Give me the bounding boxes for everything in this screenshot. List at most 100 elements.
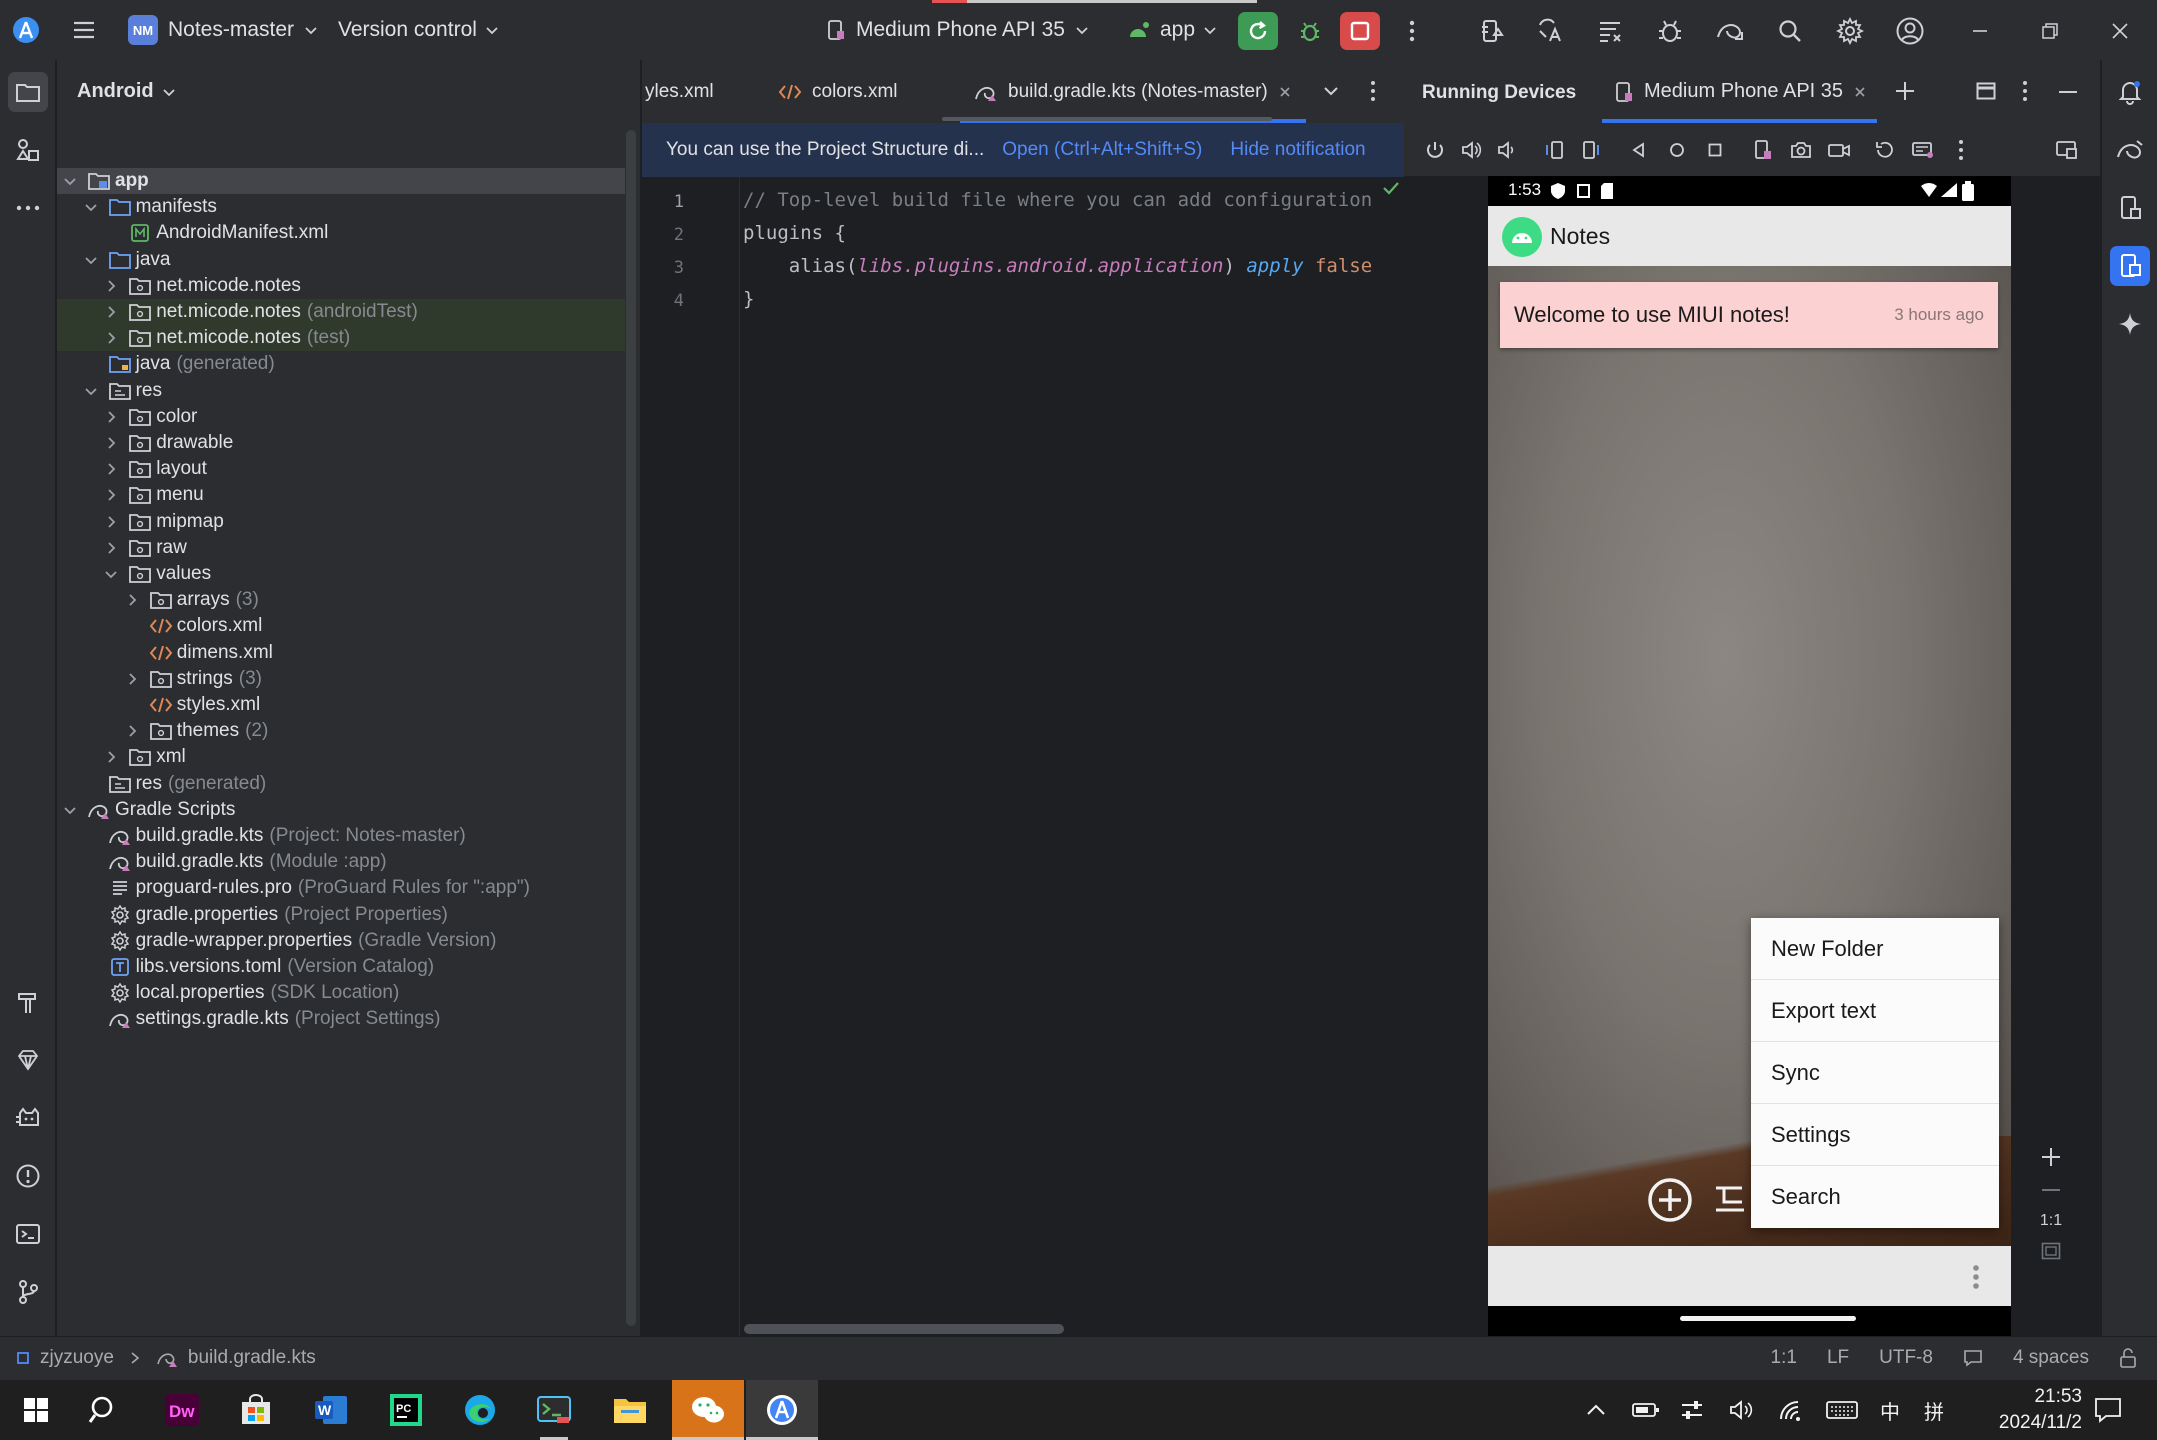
settings-sliders-icon[interactable] <box>1680 1380 1704 1440</box>
code-area[interactable]: // Top-level build file where you can ad… <box>743 177 1404 1336</box>
volume-tray-icon[interactable] <box>1728 1380 1754 1440</box>
device-file-explorer-icon[interactable] <box>2110 188 2150 228</box>
chevron-right-icon[interactable] <box>102 539 120 557</box>
file-explorer-icon[interactable] <box>594 1380 666 1440</box>
stop-button[interactable] <box>1340 12 1380 50</box>
tree-item[interactable]: layout <box>57 456 625 482</box>
chevron-right-icon[interactable] <box>102 277 120 295</box>
tree-item[interactable]: values <box>57 561 625 587</box>
microsoft-store-icon[interactable] <box>220 1380 292 1440</box>
device-more-icon[interactable] <box>1948 137 1974 163</box>
add-note-plus-icon[interactable] <box>1646 1176 1694 1224</box>
tab-colors-xml[interactable]: colors.xml <box>778 60 898 123</box>
menu-item-sync[interactable]: Sync <box>1751 1042 1999 1104</box>
tree-item[interactable]: colors.xml <box>57 613 625 639</box>
tree-item[interactable]: dimens.xml <box>57 640 625 666</box>
settings-gear-icon[interactable] <box>1830 12 1870 50</box>
screenshot-camera-icon[interactable] <box>1788 137 1814 163</box>
menu-item-settings[interactable]: Settings <box>1751 1104 1999 1166</box>
power-icon[interactable] <box>1422 137 1448 163</box>
tree-item[interactable]: res <box>57 378 625 404</box>
tree-item[interactable]: gradle-wrapper.properties (Gradle Version… <box>57 928 625 954</box>
taskbar-clock[interactable]: 21:53 2024/11/2 <box>1972 1384 2082 1436</box>
dreamweaver-icon[interactable]: Dw <box>146 1380 218 1440</box>
main-menu-icon[interactable] <box>70 16 98 44</box>
android-studio-logo-icon[interactable] <box>12 16 40 44</box>
tree-item[interactable]: gradle.properties (Project Properties) <box>57 902 625 928</box>
menu-item-new-folder[interactable]: New Folder <box>1751 918 1999 980</box>
device-selector[interactable]: Medium Phone API 35 <box>826 13 1089 47</box>
taskbar-search-icon[interactable] <box>68 1380 140 1440</box>
chevron-down-icon[interactable] <box>102 565 120 583</box>
version-control-menu[interactable]: Version control <box>338 13 499 47</box>
snapshot-history-icon[interactable] <box>1872 137 1898 163</box>
gradle-panel-icon[interactable] <box>2110 130 2150 170</box>
window-layout-icon[interactable] <box>1976 82 1996 100</box>
indent-setting[interactable]: 4 spaces <box>2013 1347 2089 1369</box>
zoom-out-icon[interactable] <box>2041 1188 2061 1192</box>
chevron-down-icon[interactable] <box>61 801 79 819</box>
tab-build-gradle-kts[interactable]: build.gradle.kts (Notes-master) <box>960 60 1306 123</box>
resource-manager-icon[interactable] <box>8 130 48 170</box>
chevron-right-icon[interactable] <box>102 460 120 478</box>
ime-language[interactable]: 中 <box>1880 1380 1900 1440</box>
screen-record-icon[interactable] <box>1826 137 1852 163</box>
minimize-window-icon[interactable] <box>1960 12 2000 50</box>
emulator-screen[interactable]: 1:53 Notes Welcome to use MIUI notes! 3 … <box>1488 176 2011 1336</box>
tree-item[interactable]: local.properties (SDK Location) <box>57 980 625 1006</box>
mirror-screen-icon[interactable] <box>2054 137 2080 163</box>
close-tab-icon[interactable] <box>1278 85 1292 99</box>
tree-item[interactable]: res (generated) <box>57 771 625 797</box>
chevron-down-icon[interactable] <box>82 251 100 269</box>
gradle-sync-icon[interactable] <box>1710 12 1750 50</box>
breadcrumb-file[interactable]: build.gradle.kts <box>188 1347 316 1369</box>
edge-browser-icon[interactable] <box>444 1380 516 1440</box>
gemini-sparkle-icon[interactable] <box>2110 304 2150 344</box>
running-devices-icon[interactable] <box>2110 246 2150 286</box>
home-icon[interactable] <box>1664 137 1690 163</box>
battery-tray-icon[interactable] <box>1632 1380 1660 1440</box>
code-cleanup-icon[interactable] <box>1590 12 1630 50</box>
chevron-down-icon[interactable] <box>82 382 100 400</box>
tree-item[interactable]: AndroidManifest.xml <box>57 220 625 246</box>
android-studio-taskbar-icon[interactable] <box>746 1380 818 1440</box>
read-only-toggle-icon[interactable] <box>1963 1349 1983 1367</box>
notifications-bell-icon[interactable] <box>2110 72 2150 112</box>
hide-notification-link[interactable]: Hide notification <box>1230 139 1365 161</box>
chevron-right-icon[interactable] <box>123 670 141 688</box>
zoom-fit-icon[interactable] <box>2041 1242 2061 1260</box>
project-folder-icon[interactable] <box>8 72 48 112</box>
panel-options-icon[interactable] <box>2022 80 2028 102</box>
tree-item[interactable]: strings (3) <box>57 666 625 692</box>
hide-panel-icon[interactable] <box>2058 90 2078 94</box>
chevron-right-icon[interactable] <box>102 434 120 452</box>
chevron-right-icon[interactable] <box>102 486 120 504</box>
tree-item[interactable]: raw <box>57 535 625 561</box>
translate-icon[interactable] <box>1530 12 1570 50</box>
chevron-right-icon[interactable] <box>102 513 120 531</box>
tree-item[interactable]: xml <box>57 744 625 770</box>
write-note-icon[interactable] <box>1710 1180 1750 1220</box>
tree-item[interactable]: themes (2) <box>57 718 625 744</box>
open-project-structure-link[interactable]: Open (Ctrl+Alt+Shift+S) <box>1002 139 1202 161</box>
debug-icon[interactable] <box>1290 12 1330 50</box>
tree-item[interactable]: build.gradle.kts (Project: Notes-master) <box>57 823 625 849</box>
rerun-button[interactable] <box>1238 12 1278 50</box>
git-branch-icon[interactable] <box>8 1272 48 1312</box>
account-icon[interactable] <box>1890 12 1930 50</box>
ime-mode[interactable]: 拼 <box>1924 1380 1944 1440</box>
bug-check-icon[interactable] <box>1650 12 1690 50</box>
chevron-right-icon[interactable] <box>102 329 120 347</box>
wechat-icon[interactable] <box>672 1380 744 1440</box>
volume-down-icon[interactable] <box>1494 137 1520 163</box>
tree-item[interactable]: build.gradle.kts (Module :app) <box>57 849 625 875</box>
tree-item[interactable]: arrays (3) <box>57 587 625 613</box>
more-tools-icon[interactable] <box>8 188 48 228</box>
project-scrollbar[interactable] <box>626 130 636 1326</box>
chevron-down-icon[interactable] <box>61 172 79 190</box>
caret-position[interactable]: 1:1 <box>1771 1347 1797 1369</box>
windows-start-icon[interactable] <box>0 1380 72 1440</box>
chevron-right-icon[interactable] <box>102 408 120 426</box>
project-selector[interactable]: NM Notes-master <box>128 13 318 47</box>
tree-item[interactable]: app <box>57 168 625 194</box>
